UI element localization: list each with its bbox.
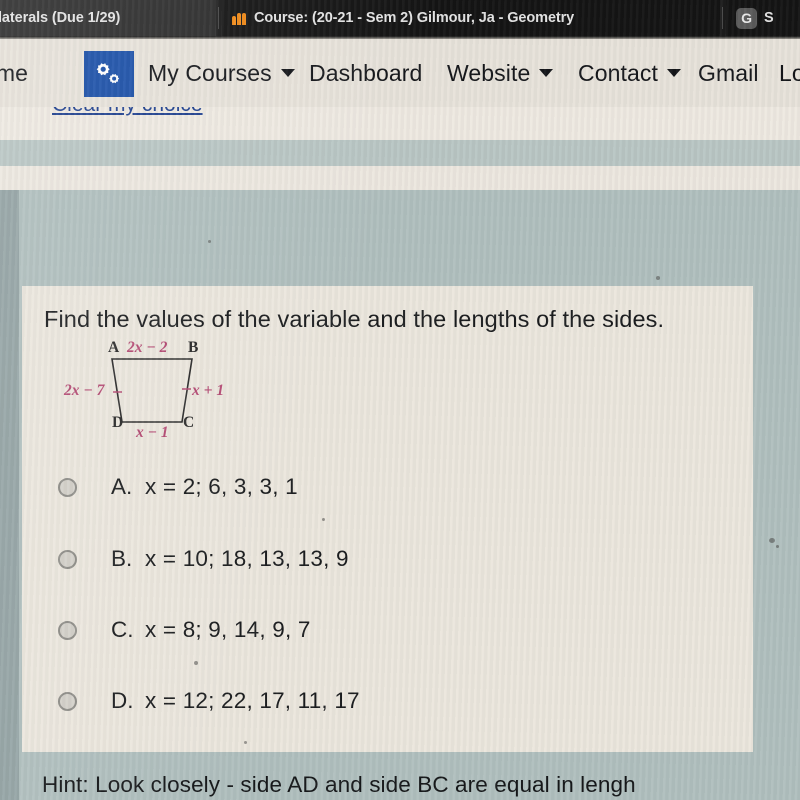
- answer-option-b[interactable]: B. x = 10; 18, 13, 13, 9: [44, 544, 349, 574]
- figure-side-AD: 2x − 7: [64, 382, 105, 399]
- browser-tab-quadrilaterals[interactable]: laterals (Due 1/29): [0, 0, 216, 36]
- option-text: x = 10; 18, 13, 13, 9: [145, 546, 349, 571]
- moodle-icon: [232, 12, 247, 25]
- figure-vertex-A: A: [108, 339, 120, 356]
- gears-icon: [94, 60, 124, 88]
- nav-item-contact[interactable]: Contact: [578, 60, 681, 87]
- radio-button[interactable]: [58, 477, 77, 497]
- nav-item-home[interactable]: ome: [0, 60, 28, 87]
- option-letter: D.: [111, 688, 134, 713]
- option-text: x = 12; 22, 17, 11, 17: [145, 688, 360, 713]
- nav-item-label: My Courses: [148, 59, 272, 86]
- radio-button[interactable]: [58, 691, 77, 711]
- radio-button[interactable]: [58, 620, 77, 640]
- photo-speck: [322, 518, 325, 521]
- google-icon: G: [736, 7, 757, 29]
- figure-side-DC: x − 1: [136, 424, 169, 441]
- option-letter: B.: [111, 546, 133, 571]
- figure-vertex-D: D: [112, 414, 124, 431]
- screenshot-root: laterals (Due 1/29) Course: (20-21 - Sem…: [0, 0, 800, 800]
- nav-item-label: Dashboard: [309, 59, 423, 86]
- photo-speck: [194, 661, 198, 665]
- quiz-page-header: Clear my choice: [0, 107, 800, 140]
- figure-side-BC: x + 1: [192, 382, 225, 399]
- question-card: Find the values of the variable and the …: [22, 286, 753, 752]
- answer-option-a[interactable]: A. x = 2; 6, 3, 3, 1: [44, 472, 298, 502]
- chevron-down-icon: [539, 69, 554, 77]
- browser-tab-course[interactable]: Course: (20-21 - Sem 2) Gilmour, Ja - Ge…: [222, 0, 720, 36]
- figure-side-AB: 2x − 2: [127, 339, 168, 356]
- page-left-rail: [0, 190, 19, 800]
- photo-speck: [769, 538, 775, 543]
- nav-item-label: Gmail: [698, 59, 759, 86]
- photo-speck: [244, 741, 247, 744]
- answer-option-c[interactable]: C. x = 8; 9, 14, 9, 7: [44, 615, 311, 645]
- hint-text: Hint: Look closely - side AD and side BC…: [42, 772, 636, 797]
- browser-tab-google[interactable]: G S: [726, 0, 800, 36]
- page-band-cream: [0, 166, 800, 190]
- browser-tab-title: S: [764, 10, 774, 26]
- nav-item-label: Contact: [578, 59, 658, 86]
- radio-button[interactable]: [58, 549, 77, 569]
- trapezoid-figure: A 2x − 2 B 2x − 7 x + 1 D C x − 1: [64, 339, 285, 446]
- nav-item-dashboard[interactable]: Dashboard: [309, 60, 422, 87]
- nav-item-label: Lo: [779, 59, 800, 86]
- tab-separator: [218, 7, 219, 29]
- figure-vertex-C: C: [183, 414, 195, 431]
- browser-tab-title: Course: (20-21 - Sem 2) Gilmour, Ja - Ge…: [254, 10, 575, 26]
- browser-tab-strip: laterals (Due 1/29) Course: (20-21 - Sem…: [0, 0, 800, 36]
- photo-speck: [656, 276, 660, 280]
- nav-item-logout[interactable]: Lo: [779, 60, 800, 87]
- nav-item-website[interactable]: Website: [447, 59, 554, 87]
- nav-item-site-admin[interactable]: [84, 51, 134, 97]
- photo-speck: [776, 545, 779, 548]
- chevron-down-icon: [666, 69, 681, 77]
- option-text: x = 2; 6, 3, 3, 1: [145, 474, 298, 499]
- option-letter: A.: [111, 474, 133, 499]
- tab-separator: [722, 7, 723, 29]
- nav-item-label: Website: [447, 59, 531, 86]
- photo-speck: [208, 240, 211, 243]
- option-letter: C.: [111, 617, 134, 642]
- nav-item-gmail[interactable]: Gmail: [698, 60, 759, 87]
- chevron-down-icon: [280, 69, 295, 77]
- site-navbar: ome My Courses Dashboard: [0, 39, 800, 107]
- question-prompt: Find the values of the variable and the …: [44, 306, 665, 332]
- page-band-upper: [0, 140, 800, 166]
- option-text: x = 8; 9, 14, 9, 7: [145, 617, 311, 642]
- figure-vertex-B: B: [188, 339, 199, 356]
- browser-tab-title: laterals (Due 1/29): [0, 10, 121, 26]
- nav-item-my-courses[interactable]: My Courses: [148, 60, 295, 87]
- nav-item-label: ome: [0, 59, 29, 86]
- clear-my-choice-link[interactable]: Clear my choice: [52, 107, 203, 117]
- answer-option-d[interactable]: D. x = 12; 22, 17, 11, 17: [44, 686, 360, 716]
